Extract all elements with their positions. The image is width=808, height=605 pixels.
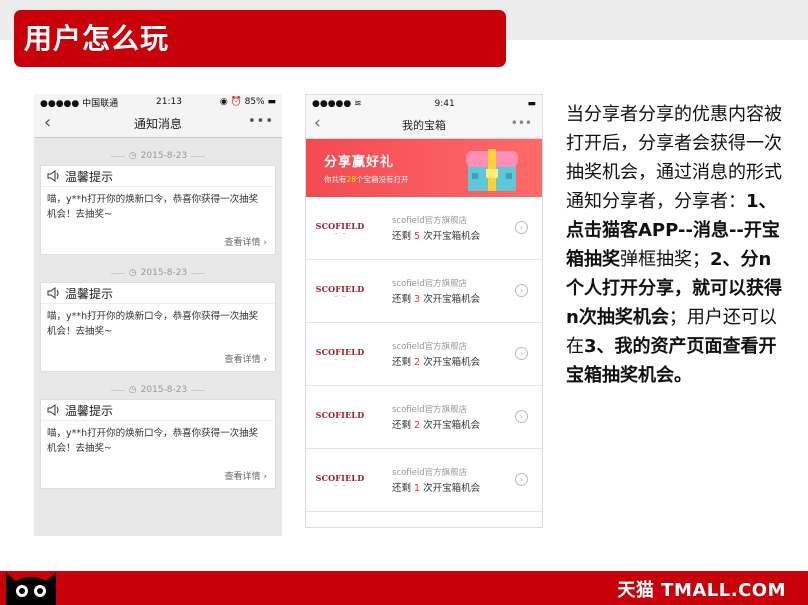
nav-title: 通知消息 — [133, 117, 182, 131]
message-body: 喵，y**h打开你的焕新口令，恭喜你获得一次抽奖机会！去抽奖~ — [47, 311, 259, 337]
chevron-right-icon[interactable]: › — [515, 221, 528, 234]
share-banner[interactable]: 分享赢好礼 你共有28个宝箱没有打开 — [306, 139, 542, 197]
message-item: ◷ 2015-8-23 温馨提示 喵，y**h打开你的焕新口令，恭喜你获得一次抽… — [34, 151, 282, 255]
message-body: 喵，y**h打开你的焕新口令，恭喜你获得一次抽奖机会！去抽奖~ — [47, 194, 259, 220]
status-bar: ●●●●● 中国联通 21:13 ◉ ⏰ 85% ▬ — [34, 94, 282, 110]
signal-icon: ●●●●● ≋ — [312, 98, 362, 109]
chevron-right-icon[interactable]: › — [515, 347, 528, 360]
chest-count: 还剩 2 次开宝箱机会 — [392, 420, 481, 431]
message-body: 喵，y**h打开你的焕新口令，恭喜你获得一次抽奖机会！去抽奖~ — [47, 428, 259, 454]
back-chevron-icon[interactable]: ‹ — [314, 113, 321, 133]
nav-bar: ‹ 我的宝箱 ••• — [306, 112, 542, 139]
message-date: ◷ 2015-8-23 — [34, 268, 282, 278]
message-date: ◷ 2015-8-23 — [34, 151, 282, 161]
slide-title: 用户怎么玩 — [14, 10, 506, 67]
shop-name: scofield官方旗舰店 — [392, 216, 468, 226]
shop-info: scofield官方旗舰店 还剩 2 次开宝箱机会 — [392, 340, 480, 368]
chevron-right-icon[interactable]: › — [515, 473, 528, 486]
message-title: 温馨提示 — [41, 283, 275, 304]
view-details-link[interactable]: 查看详情 › — [225, 235, 267, 248]
more-icon[interactable]: ••• — [511, 116, 532, 130]
more-icon[interactable]: ••• — [248, 114, 274, 129]
nav-bar: ‹ 通知消息 ••• — [34, 110, 282, 138]
shop-row[interactable]: SCOFIELD — · — scofield官方旗舰店 还剩 2 次开宝箱机会 … — [306, 386, 542, 449]
message-item: ◷ 2015-8-23 温馨提示 喵，y**h打开你的焕新口令，恭喜你获得一次抽… — [34, 385, 282, 489]
message-card[interactable]: 温馨提示 喵，y**h打开你的焕新口令，恭喜你获得一次抽奖机会！去抽奖~ 查看详… — [40, 165, 276, 255]
phone-treasure-chests: ●●●●● ≋ 9:41 ▬ ‹ 我的宝箱 ••• 分享赢好礼 你共有28个宝箱… — [305, 94, 543, 528]
battery-label: ◉ ⏰ 85% ▬ — [219, 97, 276, 107]
shop-info: scofield官方旗舰店 还剩 1 次开宝箱机会 — [392, 466, 480, 494]
shop-name: scofield官方旗舰店 — [392, 405, 468, 415]
status-bar: ●●●●● ≋ 9:41 ▬ — [306, 95, 542, 112]
speaker-icon — [47, 287, 59, 299]
message-title: 温馨提示 — [41, 166, 275, 187]
slide: 用户怎么玩 ●●●●● 中国联通 21:13 ◉ ⏰ 85% ▬ ‹ 通知消息 … — [0, 0, 808, 605]
message-card[interactable]: 温馨提示 喵，y**h打开你的焕新口令，恭喜你获得一次抽奖机会！去抽奖~ 查看详… — [40, 399, 276, 489]
clock-label: 9:41 — [434, 98, 455, 109]
tmall-brand: 天猫 TMALL.COM — [617, 580, 786, 601]
speaker-icon — [47, 170, 59, 182]
shop-row[interactable]: SCOFIELD — · — scofield官方旗舰店 还剩 2 次开宝箱机会 … — [306, 323, 542, 386]
shop-name: scofield官方旗舰店 — [392, 468, 468, 478]
shop-logo: SCOFIELD — · — — [315, 284, 365, 298]
shop-row[interactable]: SCOFIELD — · — scofield官方旗舰店 还剩 1 次开宝箱机会 … — [306, 449, 542, 512]
back-chevron-icon[interactable]: ‹ — [44, 112, 51, 133]
speaker-icon — [47, 404, 59, 416]
treasure-chest-icon — [466, 149, 518, 191]
message-card[interactable]: 温馨提示 喵，y**h打开你的焕新口令，恭喜你获得一次抽奖机会！去抽奖~ 查看详… — [40, 282, 276, 372]
nav-title: 我的宝箱 — [402, 119, 446, 132]
chest-count: 还剩 5 次开宝箱机会 — [392, 231, 481, 242]
shop-row[interactable]: SCOFIELD — · — scofield官方旗舰店 还剩 3 次开宝箱机会 … — [306, 260, 542, 323]
shop-info: scofield官方旗舰店 还剩 5 次开宝箱机会 — [392, 214, 480, 242]
shop-logo: SCOFIELD — · — — [315, 347, 365, 361]
shop-row[interactable]: SCOFIELD — · — scofield官方旗舰店 还剩 5 次开宝箱机会 … — [306, 197, 542, 260]
footer-bar: 天猫 TMALL.COM — [0, 571, 808, 605]
message-item: ◷ 2015-8-23 温馨提示 喵，y**h打开你的焕新口令，恭喜你获得一次抽… — [34, 268, 282, 372]
view-details-link[interactable]: 查看详情 › — [225, 352, 267, 365]
chest-count: 还剩 3 次开宝箱机会 — [392, 294, 481, 305]
message-title: 温馨提示 — [41, 400, 275, 421]
message-date: ◷ 2015-8-23 — [34, 385, 282, 395]
shop-info: scofield官方旗舰店 还剩 2 次开宝箱机会 — [392, 403, 480, 431]
chest-count: 还剩 1 次开宝箱机会 — [392, 483, 481, 494]
carrier-label: ●●●●● 中国联通 — [40, 98, 119, 109]
battery-icon: ▬ — [527, 98, 536, 109]
shop-logo: SCOFIELD — · — — [315, 473, 365, 487]
chevron-right-icon[interactable]: › — [515, 410, 528, 423]
shop-info: scofield官方旗舰店 还剩 3 次开宝箱机会 — [392, 277, 480, 305]
clock-label: 21:13 — [156, 97, 182, 107]
shop-name: scofield官方旗舰店 — [392, 342, 468, 352]
tmall-cat-logo-icon — [6, 573, 56, 605]
description-text: 当分享者分享的优惠内容被打开后，分享者会获得一次抽奖机会，通过消息的形式通知分享… — [566, 104, 782, 386]
view-details-link[interactable]: 查看详情 › — [225, 469, 267, 482]
chest-count: 还剩 2 次开宝箱机会 — [392, 357, 481, 368]
shop-name: scofield官方旗舰店 — [392, 279, 468, 289]
shop-logo: SCOFIELD — · — — [315, 410, 365, 424]
chevron-right-icon[interactable]: › — [515, 284, 528, 297]
shop-logo: SCOFIELD — · — — [315, 221, 365, 235]
phone-notifications: ●●●●● 中国联通 21:13 ◉ ⏰ 85% ▬ ‹ 通知消息 ••• ◷ … — [34, 94, 282, 536]
